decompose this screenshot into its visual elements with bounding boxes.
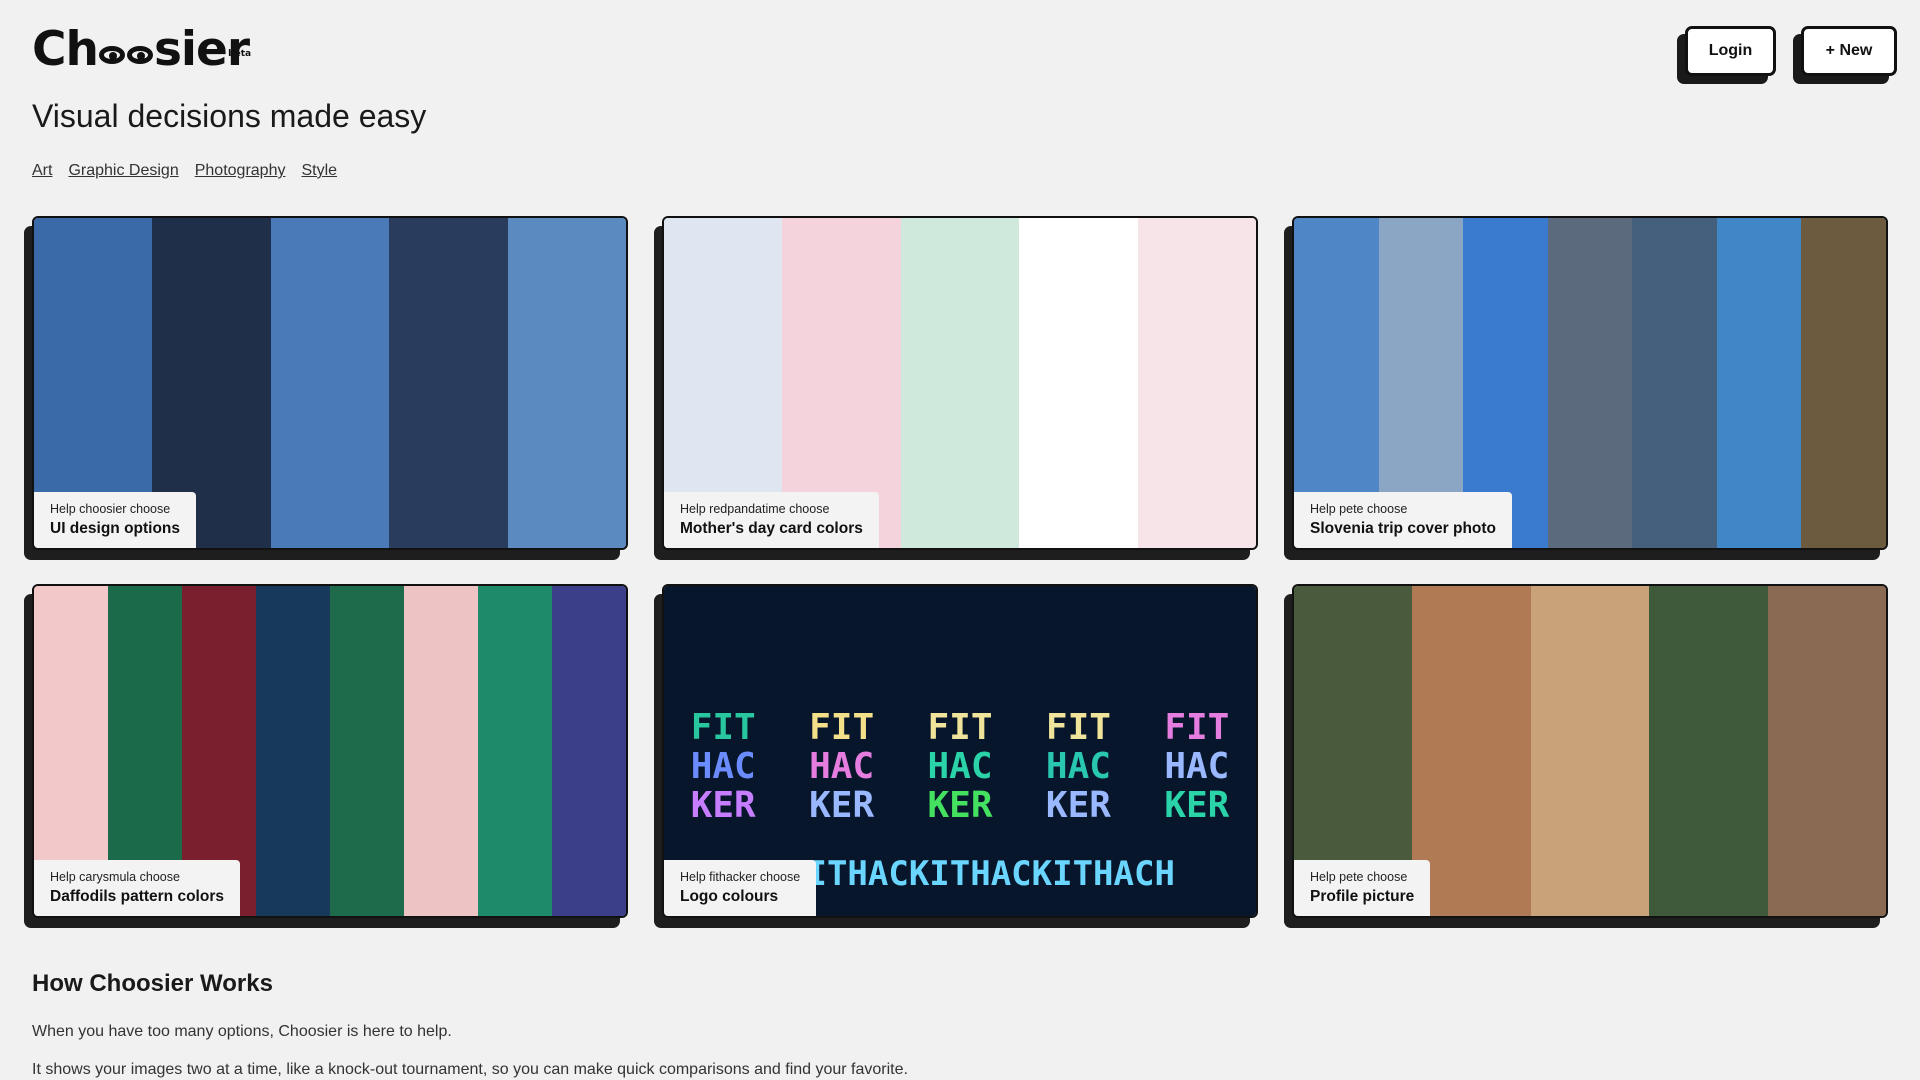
image-strip: [1649, 586, 1768, 916]
card-label: Help choosier choose UI design options: [34, 492, 197, 548]
how-it-works-paragraph-2: It shows your images two at a time, like…: [32, 1061, 908, 1078]
card-slovenia-trip-cover-photo[interactable]: Help pete choose Slovenia trip cover pho…: [1284, 216, 1888, 560]
fit-logo-text: HAC: [1164, 745, 1230, 787]
category-graphic-design[interactable]: Graphic Design: [68, 162, 178, 180]
card-daffodils-pattern-colors[interactable]: Help carysmula choose Daffodils pattern …: [24, 584, 628, 928]
card-help-text: Help choosier choose: [50, 502, 171, 516]
fit-logo-text: KER: [1164, 784, 1230, 826]
image-strip: [552, 586, 626, 916]
image-strip: [507, 218, 626, 548]
image-strip: [389, 218, 508, 548]
category-style[interactable]: Style: [301, 162, 337, 180]
image-strip: [1767, 586, 1886, 916]
fit-logo-text: FIT: [927, 706, 993, 748]
fit-logo-text: KER: [927, 784, 993, 826]
image-strip: [1137, 218, 1256, 548]
card-title: Daffodils pattern colors: [50, 888, 224, 905]
image-strip: [1530, 586, 1650, 916]
card-label: Help fithacker choose Logo colours: [664, 860, 817, 916]
card-label: Help pete choose Profile picture: [1294, 860, 1431, 916]
image-strip: [1632, 218, 1717, 548]
card-profile-picture[interactable]: Help pete choose Profile picture: [1284, 584, 1888, 928]
fit-logo-text: FIT: [690, 706, 756, 748]
new-button-wrap: + New: [1793, 26, 1897, 84]
image-strip: [1547, 218, 1633, 548]
card-title: Profile picture: [1310, 888, 1415, 905]
fit-logo-text: FIT: [1045, 706, 1111, 748]
page-title: Visual decisions made easy: [32, 98, 427, 134]
fit-logo-text: HAC: [927, 745, 993, 787]
login-button-wrap: Login: [1677, 26, 1776, 84]
card-image[interactable]: Help carysmula choose Daffodils pattern …: [32, 584, 628, 918]
image-strip: [256, 586, 330, 916]
card-label: Help carysmula choose Daffodils pattern …: [34, 860, 240, 916]
card-help-text: Help fithacker choose: [680, 870, 801, 884]
image-strip: [1801, 218, 1886, 548]
image-strip: [270, 218, 390, 548]
card-image[interactable]: Help pete choose Slovenia trip cover pho…: [1292, 216, 1888, 550]
card-image[interactable]: Help redpandatime choose Mother's day ca…: [662, 216, 1258, 550]
fit-logo-text: KER: [690, 784, 756, 826]
card-image[interactable]: FIT HAC KER FIT HAC KER FIT HAC KER FIT HAC KER FIT H…: [662, 584, 1258, 918]
card-label: Help redpandatime choose Mother's day ca…: [664, 492, 879, 548]
fit-logo-text: FIT: [809, 706, 875, 748]
image-strip: [330, 586, 404, 916]
eyes-icon: [98, 36, 153, 64]
logo-text-left: Ch: [32, 22, 99, 77]
card-help-text: Help carysmula choose: [50, 870, 180, 884]
card-ui-design-options[interactable]: Help choosier choose UI design options: [24, 216, 628, 560]
fit-logo-text: HAC: [809, 745, 875, 787]
beta-badge: beta: [228, 49, 252, 59]
login-button[interactable]: Login: [1685, 26, 1776, 76]
fit-logo-text: FIT: [1164, 706, 1230, 748]
image-strip: [1019, 218, 1138, 548]
card-help-text: Help redpandatime choose: [680, 502, 830, 516]
card-title: Logo colours: [680, 888, 779, 905]
image-strip: [404, 586, 478, 916]
image-strip: [1716, 218, 1802, 548]
card-title: UI design options: [50, 520, 181, 537]
image-strip: [900, 218, 1020, 548]
category-art[interactable]: Art: [32, 162, 52, 180]
image-strip: [478, 586, 552, 916]
how-it-works-paragraph-1: When you have too many options, Choosier…: [32, 1023, 452, 1040]
card-label: Help pete choose Slovenia trip cover pho…: [1294, 492, 1513, 548]
category-nav: Art Graphic Design Photography Style: [32, 162, 337, 180]
category-photography[interactable]: Photography: [195, 162, 286, 180]
fit-logo-text: KER: [809, 784, 875, 826]
card-title: Slovenia trip cover photo: [1310, 520, 1497, 537]
fit-logo-text: HAC: [1045, 745, 1111, 787]
card-mothers-day-card-colors[interactable]: Help redpandatime choose Mother's day ca…: [654, 216, 1258, 560]
image-strip: [1412, 586, 1531, 916]
new-button[interactable]: + New: [1801, 26, 1897, 76]
card-help-text: Help pete choose: [1310, 502, 1408, 516]
fit-logo-text: KER: [1045, 784, 1111, 826]
choosier-logo[interactable]: Ch sier beta: [32, 22, 251, 77]
fit-logo-text: HAC: [690, 745, 756, 787]
card-image[interactable]: Help pete choose Profile picture: [1292, 584, 1888, 918]
card-image[interactable]: Help choosier choose UI design options: [32, 216, 628, 550]
card-help-text: Help pete choose: [1310, 870, 1408, 884]
card-title: Mother's day card colors: [680, 520, 863, 537]
card-logo-colours[interactable]: FIT HAC KER FIT HAC KER FIT HAC KER FIT HAC KER FIT H…: [654, 584, 1258, 928]
header: Ch sier beta Login + New: [32, 26, 1902, 86]
how-it-works-heading: How Choosier Works: [32, 970, 273, 997]
